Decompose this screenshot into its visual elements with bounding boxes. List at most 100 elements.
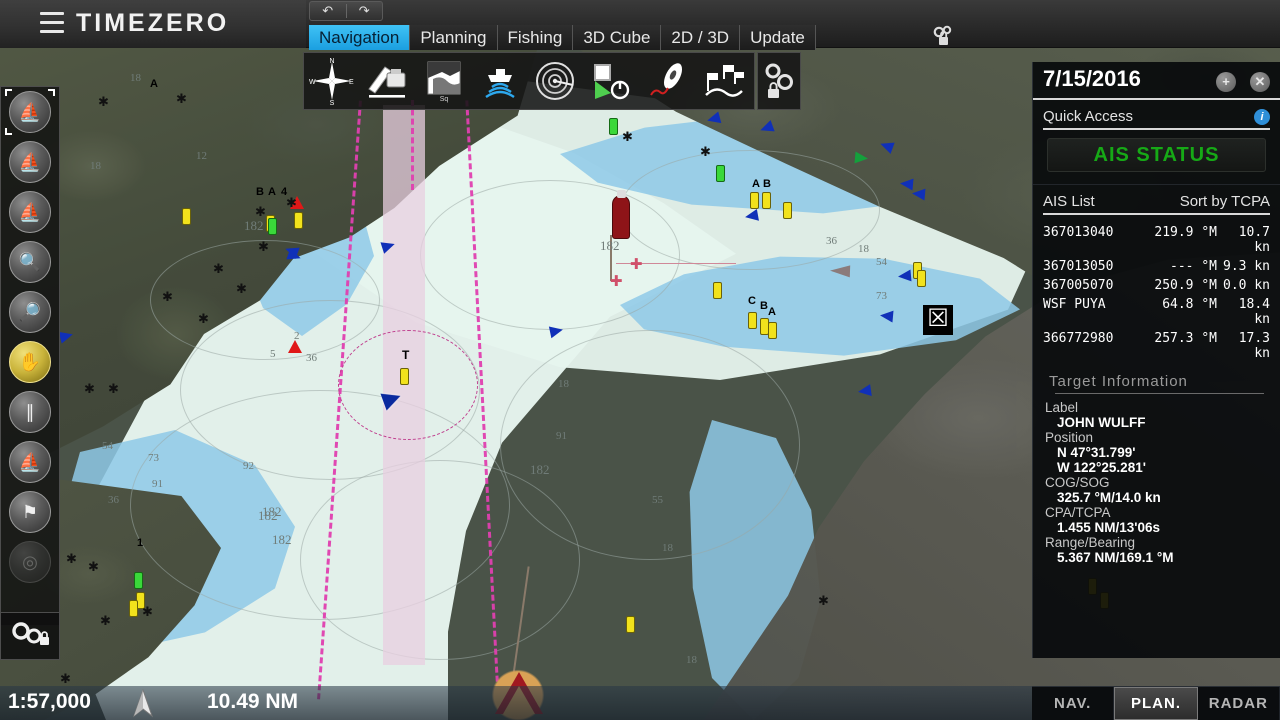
sidebar-item-vessel-center[interactable]: ⛵ bbox=[1, 87, 59, 137]
buoy-marker-green[interactable] bbox=[268, 218, 277, 235]
ais-target[interactable] bbox=[897, 269, 912, 283]
buoy-marker-green[interactable] bbox=[609, 118, 618, 135]
track-tool-icon[interactable] bbox=[640, 53, 696, 109]
marks-tool-icon[interactable] bbox=[696, 53, 752, 109]
settings-lock-icon[interactable] bbox=[930, 25, 958, 49]
buoy-marker[interactable] bbox=[768, 322, 777, 339]
settings-lock-icon bbox=[12, 622, 49, 645]
buoy-marker[interactable] bbox=[294, 212, 303, 229]
chart-catalog-icon[interactable]: Sq bbox=[416, 53, 472, 109]
sidebar-item-radar-overlay[interactable]: ◎ bbox=[1, 537, 59, 587]
ais-cell-speed: 10.7 kn bbox=[1238, 225, 1270, 255]
ais-target-selected[interactable] bbox=[829, 264, 851, 278]
sidebar-item-waypoint-flag[interactable]: ⚑ bbox=[1, 487, 59, 537]
plan-mode-button[interactable]: PLAN. bbox=[1114, 687, 1198, 720]
ais-cell-speed: 17.3 kn bbox=[1238, 331, 1270, 361]
ais-cell-bearing: 219.9 °M bbox=[1154, 225, 1217, 240]
tanker-vessel-marker[interactable] bbox=[612, 190, 630, 239]
landmark-star: ✱ bbox=[176, 91, 187, 106]
target-information-section: Target Information Label JOHN WULFF Positi… bbox=[1033, 367, 1280, 565]
buoy-marker-green[interactable] bbox=[716, 165, 725, 182]
status-bar: 1:57,000 10.49 NM bbox=[0, 686, 1032, 720]
buoy-marker[interactable] bbox=[400, 368, 409, 385]
target-field-value: W 122°25.281' bbox=[1057, 460, 1146, 475]
redo-button[interactable]: ↷ bbox=[347, 2, 383, 20]
depth-sounding: 18 bbox=[858, 243, 869, 255]
buoy-marker[interactable] bbox=[917, 270, 926, 287]
depth-sounding: 18 bbox=[686, 654, 697, 666]
ais-list-section: AIS List Sort by TCPA 367013040 219.9 °M 1… bbox=[1033, 184, 1280, 367]
sidebar-item-vessel-sounder[interactable]: ⛵ bbox=[1, 187, 59, 237]
sidebar-item-zoom-in[interactable]: 🔍 bbox=[1, 237, 59, 287]
depth-sounding: 182 bbox=[530, 462, 550, 477]
tab-fishing[interactable]: Fishing bbox=[497, 25, 574, 50]
sidebar-item-pan-hand[interactable]: ✋ bbox=[1, 337, 59, 387]
ais-target[interactable] bbox=[879, 309, 894, 323]
buoy-marker[interactable] bbox=[182, 208, 191, 225]
compass-rose-icon[interactable]: N S W E bbox=[304, 53, 360, 109]
landmark-star: ✱ bbox=[622, 129, 633, 144]
ais-target[interactable] bbox=[857, 384, 872, 398]
sidebar-settings-button[interactable] bbox=[0, 612, 60, 660]
ais-list-row[interactable]: 367013050 --- °M 9.3 kn bbox=[1043, 257, 1270, 276]
ais-status-button[interactable]: AIS STATUS bbox=[1047, 138, 1266, 172]
route-print-icon[interactable] bbox=[360, 53, 416, 109]
divider bbox=[1043, 128, 1270, 130]
radar-icon[interactable] bbox=[528, 53, 584, 109]
info-icon[interactable]: i bbox=[1254, 108, 1270, 125]
app-title: TIMEZERO bbox=[76, 9, 230, 37]
nav-mode-button[interactable]: NAV. bbox=[1032, 687, 1115, 720]
ais-target[interactable] bbox=[911, 187, 926, 201]
ais-sort-button[interactable]: Sort by TCPA bbox=[1180, 193, 1270, 210]
tab-planning[interactable]: Planning bbox=[410, 25, 498, 50]
selection-tool-icon[interactable] bbox=[584, 53, 640, 109]
tab-update[interactable]: Update bbox=[740, 25, 816, 50]
buoy-marker[interactable] bbox=[750, 192, 759, 209]
tab-navigation[interactable]: Navigation bbox=[309, 25, 411, 50]
close-panel-button[interactable]: ✕ bbox=[1250, 72, 1270, 92]
sidebar-item-zoom-out[interactable]: 🔎 bbox=[1, 287, 59, 337]
buoy-marker-green[interactable] bbox=[134, 572, 143, 589]
sidebar-item-vessel-target[interactable]: ⛵ bbox=[1, 437, 59, 487]
svg-text:W: W bbox=[309, 79, 316, 86]
buoy-marker[interactable] bbox=[783, 202, 792, 219]
toolbar-settings-group bbox=[757, 52, 801, 110]
landmark-star: ✱ bbox=[60, 671, 71, 686]
sounder-icon[interactable] bbox=[472, 53, 528, 109]
sidebar-item-divider[interactable]: ∥ bbox=[1, 387, 59, 437]
svg-text:Sq: Sq bbox=[440, 96, 449, 103]
depth-sounding: 18 bbox=[90, 160, 101, 172]
hamburger-menu-icon[interactable] bbox=[40, 12, 64, 34]
depth-sounding: 12 bbox=[196, 150, 207, 162]
buoy-marker[interactable] bbox=[626, 616, 635, 633]
sidebar-item-vessel-offset[interactable]: ⛵ bbox=[1, 137, 59, 187]
ais-list-row[interactable]: 367013040 219.9 °M 10.7 kn bbox=[1043, 223, 1270, 257]
ais-list-row[interactable]: WSF PUYA 64.8 °M 18.4 kn bbox=[1043, 295, 1270, 329]
vessel-sounder-icon: ⛵ bbox=[9, 191, 51, 233]
undo-button[interactable]: ↶ bbox=[310, 2, 346, 20]
selection-corner bbox=[5, 128, 12, 135]
ais-list-row[interactable]: 367005070 250.9 °M 0.0 kn bbox=[1043, 276, 1270, 295]
cpa-cross-marker: ✚ bbox=[610, 273, 623, 290]
depth-contour bbox=[300, 460, 580, 660]
ais-cell-bearing: 250.9 °M bbox=[1154, 278, 1217, 293]
tab-3d-cube[interactable]: 3D Cube bbox=[573, 25, 662, 50]
settings-lock-icon[interactable] bbox=[758, 53, 800, 109]
nav-aid-x-marker[interactable]: ☒ bbox=[923, 305, 953, 335]
add-panel-button[interactable]: + bbox=[1216, 72, 1236, 92]
ais-target-green[interactable] bbox=[854, 151, 869, 165]
tab-2d-3d[interactable]: 2D / 3D bbox=[661, 25, 741, 50]
buoy-marker[interactable] bbox=[748, 312, 757, 329]
radar-mode-button[interactable]: RADAR bbox=[1198, 687, 1280, 720]
depth-sounding: 18 bbox=[558, 378, 569, 390]
depth-sounding: 18 bbox=[662, 542, 673, 554]
zoom-out-icon: 🔎 bbox=[9, 291, 51, 333]
buoy-marker[interactable] bbox=[762, 192, 771, 209]
buoy-marker[interactable] bbox=[129, 600, 138, 617]
divider-measure-icon: ∥ bbox=[9, 391, 51, 433]
ais-list-row[interactable]: 366772980 257.3 °M 17.3 kn bbox=[1043, 329, 1270, 363]
pan-hand-icon: ✋ bbox=[9, 341, 51, 383]
buoy-marker[interactable] bbox=[713, 282, 722, 299]
ais-cell-id: 367005070 bbox=[1043, 278, 1114, 293]
ais-target[interactable] bbox=[744, 208, 759, 224]
